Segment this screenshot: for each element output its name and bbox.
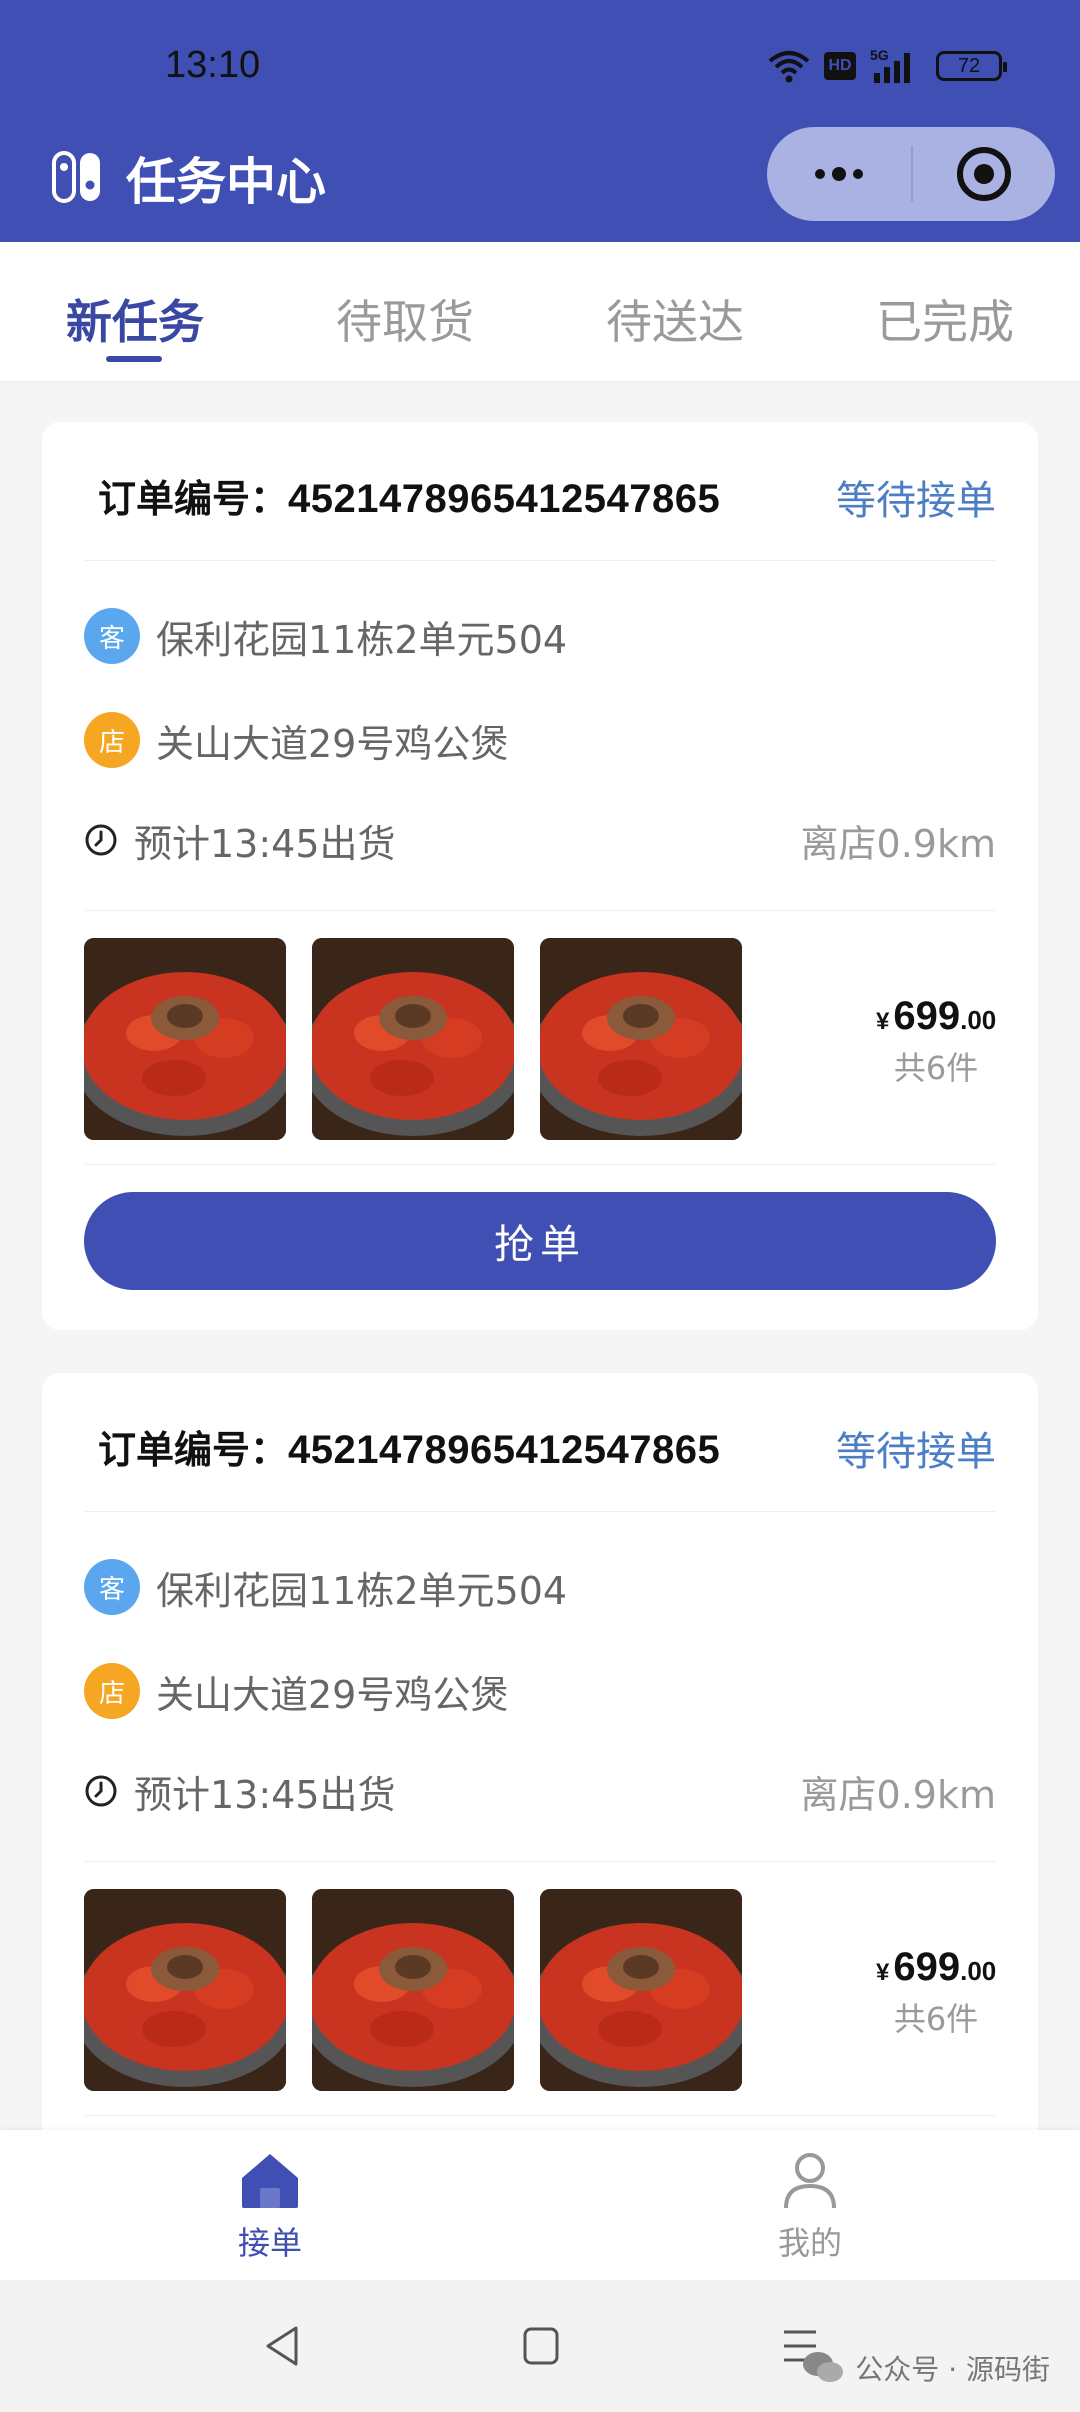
order-number-label: 订单编号： <box>98 477 289 521</box>
customer-address: 保利花园11栋2单元504 <box>156 617 568 662</box>
shop-address: 关山大道29号鸡公煲 <box>156 721 509 766</box>
task-tabs: 新任务 待取货 待送达 已完成 <box>0 242 1080 382</box>
wechat-icon <box>803 2352 844 2382</box>
tab-completed[interactable]: 已完成 <box>810 242 1080 382</box>
close-mini-program-button[interactable] <box>913 127 1055 221</box>
customer-address-row: 客 保利花园11栋2单元504 <box>84 606 567 666</box>
eta-text: 预计13:45出货 <box>134 821 396 866</box>
status-time: 13:10 <box>165 44 261 86</box>
product-image[interactable] <box>84 1889 286 2091</box>
clock-icon <box>85 1775 117 1807</box>
hd-icon: HD <box>824 52 856 80</box>
order-number-row: 订单编号：4521478965412547865 <box>98 468 720 523</box>
product-thumbnails <box>84 938 742 1140</box>
more-dot-icon <box>832 167 846 181</box>
order-card: 订单编号：4521478965412547865 等待接单 客 保利花园11栋2… <box>42 422 1038 1330</box>
shop-badge: 店 <box>84 1663 140 1719</box>
divider <box>84 1511 996 1512</box>
order-status: 等待接单 <box>836 1429 996 1475</box>
bottom-tab-bar: 接单 我的 <box>0 2130 1080 2280</box>
tab-to-deliver[interactable]: 待送达 <box>540 242 810 382</box>
shop-address-row: 店 关山大道29号鸡公煲 <box>84 710 508 770</box>
item-count: 共6件 <box>893 1049 979 1087</box>
eta-text: 预计13:45出货 <box>134 1772 396 1817</box>
tab-mine[interactable]: 我的 <box>540 2130 1080 2280</box>
tab-to-pickup[interactable]: 待取货 <box>270 242 540 382</box>
product-image[interactable] <box>540 938 742 1140</box>
grab-order-button[interactable]: 抢单 <box>84 1192 996 1290</box>
divider <box>84 560 996 561</box>
product-image[interactable] <box>540 1889 742 2091</box>
signal-icon: 5G <box>870 47 910 83</box>
item-count: 共6件 <box>893 2000 979 2038</box>
status-icons: HD 5G 72 <box>768 44 1007 88</box>
wifi-icon <box>768 51 810 83</box>
svg-text:5G: 5G <box>870 47 889 63</box>
more-dot-icon <box>853 169 863 179</box>
order-card: 订单编号：4521478965412547865 等待接单 客 保利花园11栋2… <box>42 1373 1038 2173</box>
tab-label: 我的 <box>777 2224 842 2262</box>
order-status: 等待接单 <box>836 478 996 524</box>
distance-text: 离店0.9km <box>800 821 996 866</box>
order-number-row: 订单编号：4521478965412547865 <box>98 1419 720 1474</box>
battery-icon: 72 <box>936 51 1007 81</box>
user-icon <box>784 2153 836 2209</box>
product-thumbnails <box>84 1889 742 2091</box>
price: ¥699.00 <box>876 1945 997 1989</box>
price-box: ¥699.00 共6件 <box>876 1945 996 2040</box>
shop-address-row: 店 关山大道29号鸡公煲 <box>84 1661 508 1721</box>
shop-badge: 店 <box>84 712 140 768</box>
divider <box>84 1164 996 1165</box>
active-tab-indicator <box>106 356 162 362</box>
shop-address: 关山大道29号鸡公煲 <box>156 1672 509 1717</box>
watermark: 公众号 · 源码街 <box>801 2348 1050 2388</box>
back-icon[interactable] <box>262 2324 302 2368</box>
product-image[interactable] <box>312 938 514 1140</box>
target-icon <box>957 147 1011 201</box>
more-button[interactable] <box>767 127 911 221</box>
divider <box>84 2115 996 2116</box>
customer-address-row: 客 保利花园11栋2单元504 <box>84 1557 567 1617</box>
eta-row: 预计13:45出货 离店0.9km <box>84 812 996 868</box>
order-number: 4521478965412547865 <box>288 1428 721 1472</box>
switch-logo-icon <box>52 151 100 203</box>
order-number-label: 订单编号： <box>98 1428 289 1472</box>
price-box: ¥699.00 共6件 <box>876 994 996 1089</box>
tab-take-orders[interactable]: 接单 <box>0 2130 540 2280</box>
divider <box>84 1861 996 1862</box>
mini-program-capsule <box>767 127 1055 221</box>
more-dot-icon <box>815 169 825 179</box>
customer-badge: 客 <box>84 1559 140 1615</box>
distance-text: 离店0.9km <box>800 1772 996 1817</box>
divider <box>84 910 996 911</box>
system-navigation-bar <box>0 2280 1080 2412</box>
customer-address: 保利花园11栋2单元504 <box>156 1568 568 1613</box>
product-image[interactable] <box>312 1889 514 2091</box>
customer-badge: 客 <box>84 608 140 664</box>
tab-label: 接单 <box>237 2224 302 2262</box>
order-number: 4521478965412547865 <box>288 477 721 521</box>
price: ¥699.00 <box>876 994 997 1038</box>
clock-icon <box>85 824 117 856</box>
home-icon <box>242 2154 298 2208</box>
page-title: 任务中心 <box>126 153 326 211</box>
eta-row: 预计13:45出货 离店0.9km <box>84 1763 996 1819</box>
app-header: 13:10 HD 5G 72 任务中心 <box>0 0 1080 242</box>
watermark-text: 公众号 · 源码街 <box>855 2353 1050 2386</box>
product-image[interactable] <box>84 938 286 1140</box>
home-square-icon[interactable] <box>522 2324 560 2368</box>
